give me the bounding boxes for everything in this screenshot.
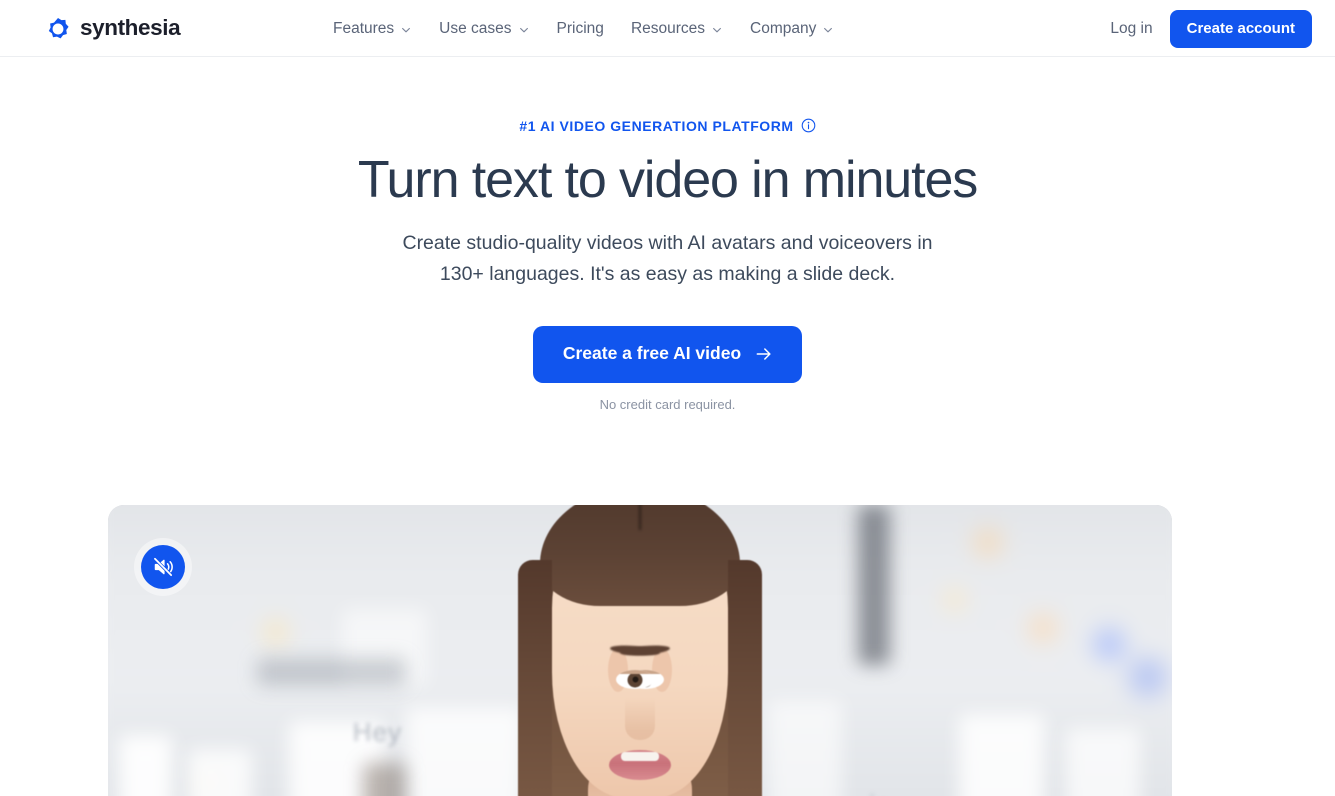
nav-item-label: Features [333,19,395,37]
hero-subtitle: Create studio-quality videos with AI ava… [402,232,933,285]
hero-eyebrow: #1 AI VIDEO GENERATION PLATFORM [0,118,1335,133]
header-actions: Log in Create account [1110,0,1312,57]
brand-name: synthesia [80,15,181,41]
background-shape [118,734,172,796]
background-shape [187,748,252,796]
hero-video-player[interactable]: Hey ia [108,505,1172,796]
background-shape [959,713,1045,796]
nav-item-features[interactable]: Features [333,21,412,37]
background-shape [1065,727,1141,796]
background-shape [858,505,891,666]
speaker-muted-icon [141,545,185,589]
avatar-hair-side-left [518,560,552,796]
video-backdrop-text: ia [869,790,892,796]
chevron-down-icon [822,22,834,36]
mute-toggle-button[interactable] [134,538,192,596]
cta-note: No credit card required. [599,396,736,412]
nav-item-pricing[interactable]: Pricing [557,21,604,37]
hero-cta-wrap: Create a free AI video No credit card re… [0,325,1335,412]
hero-section: #1 AI VIDEO GENERATION PLATFORM Turn tex… [0,57,1335,796]
nav-item-label: Company [750,19,817,37]
cta-label: Create a free AI video [562,343,742,363]
hero-eyebrow-label: #1 AI VIDEO GENERATION PLATFORM [519,117,794,134]
site-header: synthesia Features Use cases Pricing Res… [0,0,1335,57]
chevron-down-icon [518,22,530,36]
ai-avatar-presenter [490,505,790,796]
avatar-hair-part [638,505,642,530]
chevron-down-icon [400,22,412,36]
avatar-teeth [621,752,659,761]
avatar-iris [627,672,643,687]
brand-logo-link[interactable]: synthesia [45,0,181,57]
nav-item-label: Resources [630,19,706,37]
arrow-right-icon [754,344,774,364]
chevron-down-icon [711,22,723,36]
login-link[interactable]: Log in [1110,21,1152,37]
avatar-eye-right [616,670,654,689]
info-circle-icon[interactable] [801,118,816,133]
nav-item-resources[interactable]: Resources [631,21,723,37]
nav-item-company[interactable]: Company [750,21,834,37]
avatar-hair-side-right [728,560,762,796]
video-backdrop-text: Hey [352,717,402,748]
avatar-eyelid [616,670,654,674]
background-shape [256,658,406,686]
create-free-ai-video-button[interactable]: Create a free AI video [532,325,803,383]
page-title: Turn text to video in minutes [357,151,978,209]
nav-item-label: Pricing [556,19,604,37]
background-shape [363,762,406,796]
main-navigation: Features Use cases Pricing Resources Com… [333,0,834,57]
create-account-button[interactable]: Create account [1169,9,1312,48]
nav-item-label: Use cases [439,19,512,37]
nav-item-use-cases[interactable]: Use cases [439,21,529,37]
avatar-nose [625,698,655,740]
synthesia-star-logo-icon [45,16,71,42]
hero-video-stage: Hey ia [108,505,1172,796]
